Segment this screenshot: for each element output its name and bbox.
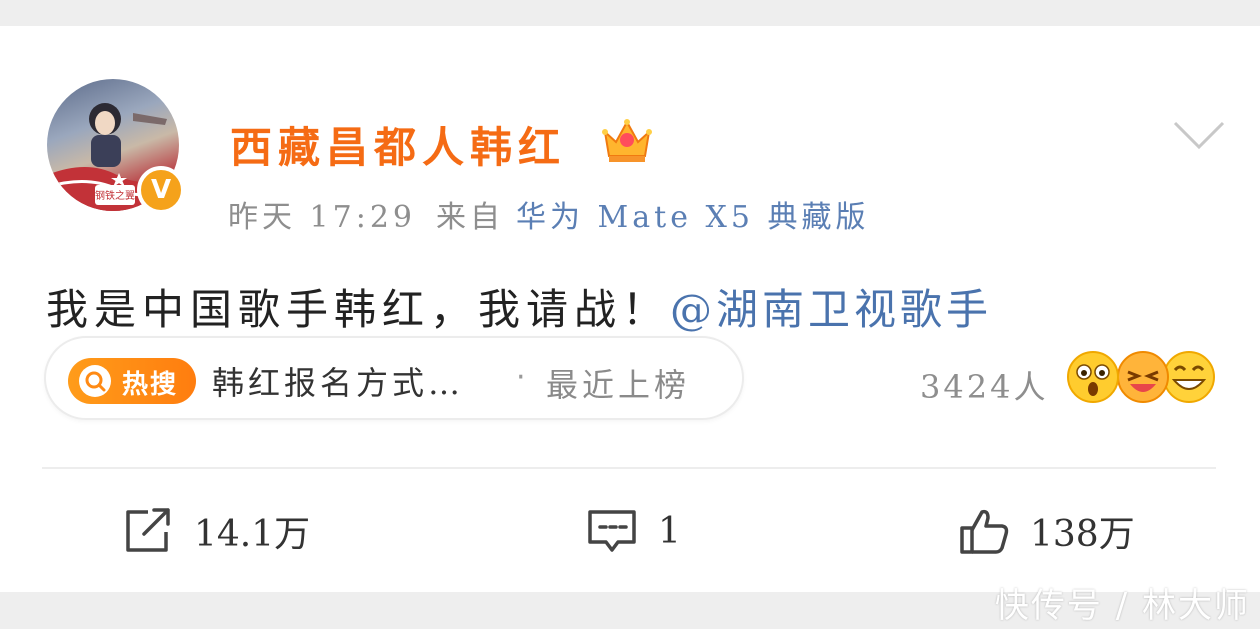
username[interactable]: 西藏昌都人韩红 [230, 114, 566, 175]
reaction-emojis[interactable] [1066, 350, 1216, 408]
comment-count: 1 [658, 510, 681, 552]
weibo-post-card: 钢铁之翼 V 西藏昌都人韩红 昨天 17:29 来自 华为 Mate X5 典藏版 … [0, 26, 1260, 592]
hot-search-status: 最近上榜 [546, 366, 691, 404]
post-meta: 昨天 17:29 来自 华为 Mate X5 典藏版 [228, 192, 869, 236]
like-count: 138万 [1030, 514, 1135, 555]
post-content: 我是中国歌手韩红，我请战！@湖南卫视歌手 [46, 276, 992, 337]
post-time: 昨天 17:29 [228, 200, 416, 235]
grin-emoji-icon [1163, 351, 1215, 403]
comment-icon [588, 510, 636, 552]
share-icon [126, 508, 170, 552]
reaction-count[interactable]: 3424人 [920, 362, 1048, 408]
watermark: 快传号 / 林大师 [994, 586, 1250, 626]
share-count: 14.1万 [194, 514, 311, 555]
hot-search-topic: 韩红报名方式… [212, 364, 465, 402]
post-text: 我是中国歌手韩红，我请战！ [46, 285, 671, 334]
divider [42, 467, 1216, 469]
laugh-emoji-icon [1117, 351, 1169, 403]
source-label: 来自 [436, 200, 504, 235]
device-link[interactable]: 华为 Mate X5 典藏版 [516, 200, 869, 235]
avatar-badge-text: 钢铁之翼 [95, 189, 135, 202]
like-button[interactable]: 138万 [958, 506, 1135, 556]
hot-search-pill[interactable]: 热搜 韩红报名方式… · 最近上榜 [44, 336, 744, 420]
crown-icon[interactable] [600, 114, 654, 166]
surprised-emoji-icon [1067, 351, 1119, 403]
verified-badge-icon: V [137, 166, 185, 214]
hot-search-badge: 热搜 [68, 358, 196, 404]
verified-mark: V [150, 175, 172, 205]
chevron-down-icon[interactable] [1172, 118, 1226, 152]
mention-link[interactable]: @湖南卫视歌手 [670, 285, 992, 334]
thumbs-up-icon [960, 509, 1009, 554]
hot-search-separator: · [516, 360, 526, 395]
comment-button[interactable]: 1 [586, 506, 681, 556]
share-button[interactable]: 14.1万 [122, 506, 310, 556]
search-icon [79, 365, 111, 397]
hot-search-badge-label: 热搜 [122, 370, 179, 400]
